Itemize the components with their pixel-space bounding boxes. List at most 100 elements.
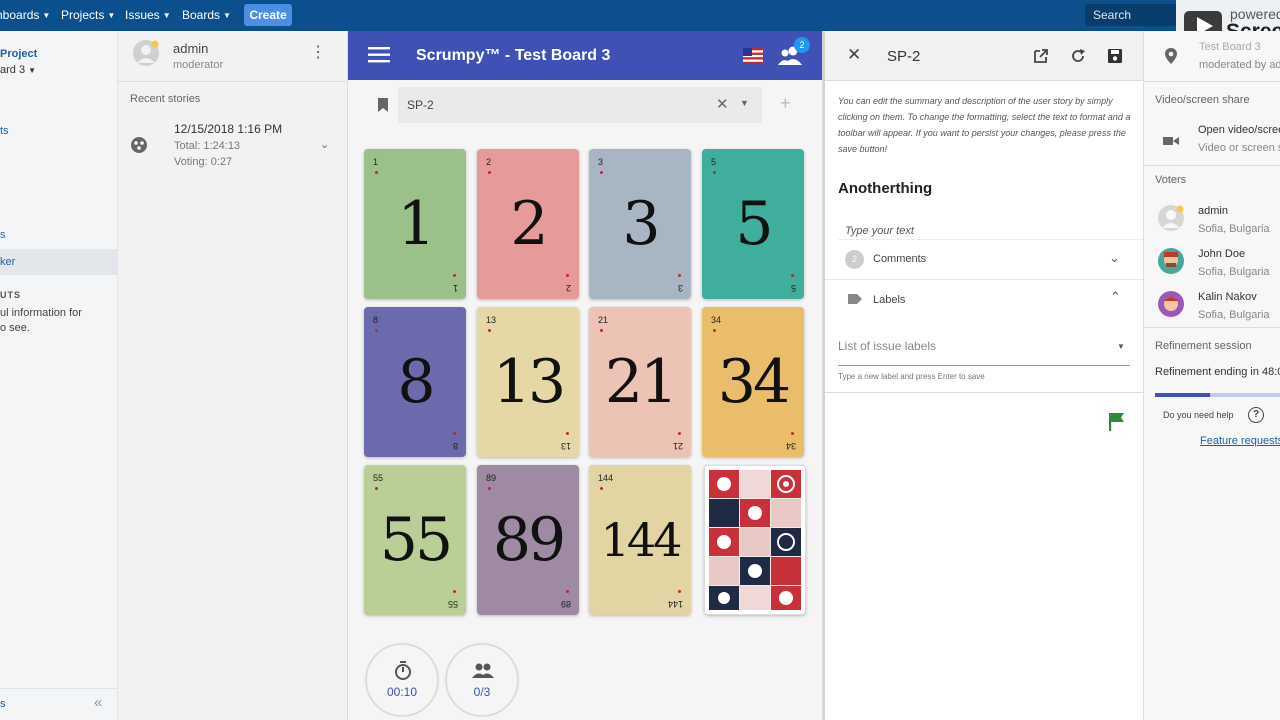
- add-story-icon[interactable]: +: [780, 93, 791, 114]
- comments-chevron-down-icon[interactable]: ⌄: [1109, 250, 1120, 266]
- estimate-card[interactable]: 1 1 1: [364, 149, 466, 299]
- right-divider-2: [1144, 165, 1280, 166]
- sidebar-board-selector[interactable]: ard 3 ▼: [0, 64, 36, 76]
- card-value: 144: [600, 513, 683, 567]
- voter-avatar-icon: [1158, 291, 1184, 317]
- divider-comments: [825, 279, 1143, 280]
- detail-header: ✕ SP-2: [825, 31, 1143, 81]
- estimate-card[interactable]: 13 13 13: [477, 307, 579, 457]
- collapse-sidebar-icon[interactable]: «: [94, 694, 102, 711]
- scrumpy-board: Scrumpy™ - Test Board 3 2 SP-2 ✕ ▼ + 111…: [348, 31, 822, 720]
- voter-location: Sofia, Bulgaria: [1198, 309, 1270, 321]
- card-corner-value: 21: [598, 315, 609, 325]
- refresh-icon[interactable]: [1070, 48, 1086, 64]
- estimate-card[interactable]: 3 3 3: [589, 149, 691, 299]
- card-dot: [453, 590, 456, 593]
- card-dot: [488, 487, 491, 490]
- story-select[interactable]: SP-2 ✕ ▼: [398, 87, 762, 123]
- detail-hint: You can edit the summary and description…: [838, 96, 1131, 154]
- sidebar-link-1[interactable]: ts: [0, 125, 9, 137]
- recent-story-item[interactable]: 12/15/2018 1:16 PM Total: 1:24:13 Voting…: [118, 116, 347, 174]
- labels-dropdown-icon[interactable]: ▼: [1117, 342, 1125, 351]
- card-corner-value-inverted: 13: [560, 441, 571, 451]
- open-video-button[interactable]: Open video/scree Video or screen s: [1144, 118, 1280, 162]
- jira-sidebar: Project ard 3 ▼ ts s ker UTS ul informat…: [0, 31, 118, 720]
- comments-section[interactable]: 2 Comments ⌄: [825, 240, 1143, 280]
- timer-button[interactable]: 00:10: [365, 643, 439, 717]
- voter-avatar-icon: [1158, 205, 1184, 231]
- estimate-card[interactable]: 144 144 144: [589, 465, 691, 615]
- voter-location: Sofia, Bulgaria: [1198, 266, 1270, 278]
- user-name: admin: [173, 41, 209, 56]
- card-dot: [600, 487, 603, 490]
- create-button[interactable]: Create: [244, 4, 292, 26]
- sidebar-link-2[interactable]: s: [0, 229, 6, 241]
- estimate-card[interactable]: 55 55 55: [364, 465, 466, 615]
- votes-button[interactable]: 0/3: [445, 643, 519, 717]
- card-dot: [678, 274, 681, 277]
- card-corner-value-inverted: 21: [672, 441, 683, 451]
- video-action: Open video/scree: [1198, 124, 1280, 136]
- feature-requests-link[interactable]: Feature requests: [1200, 435, 1280, 447]
- refinement-text: Refinement ending in 48:0: [1155, 366, 1280, 378]
- expand-chevron-icon[interactable]: ⌄: [320, 138, 329, 151]
- card-dot: [566, 274, 569, 277]
- comments-label: Comments: [873, 253, 927, 265]
- moderated-by: moderated by adr: [1199, 59, 1280, 71]
- card-corner-value-inverted: 89: [560, 599, 571, 609]
- panel-divider: [118, 81, 347, 82]
- card-dot: [791, 274, 794, 277]
- sidebar-project-name[interactable]: Project: [0, 48, 37, 60]
- open-external-icon[interactable]: [1033, 48, 1049, 64]
- card-value: 2: [510, 189, 548, 259]
- nav-dashboards[interactable]: hboards ▼: [0, 8, 50, 22]
- dropdown-arrow-icon[interactable]: ▼: [740, 98, 749, 108]
- labels-input[interactable]: List of issue labels: [838, 339, 936, 353]
- story-total: Total: 1:24:13: [174, 140, 241, 152]
- votes-value: 0/3: [473, 685, 491, 699]
- comments-count-badge: 2: [845, 250, 864, 269]
- nav-issues[interactable]: Issues ▼: [125, 8, 171, 22]
- card-dot: [566, 590, 569, 593]
- story-status-icon: [131, 137, 147, 153]
- estimate-card[interactable]: 8 8 8: [364, 307, 466, 457]
- search-input[interactable]: Search: [1085, 4, 1185, 26]
- description-editor[interactable]: Type your text: [845, 225, 914, 237]
- nav-boards[interactable]: Boards ▼: [182, 8, 231, 22]
- help-text: Do you need help: [1163, 410, 1234, 420]
- save-icon[interactable]: [1107, 48, 1123, 64]
- voter-item: Kalin Nakov Sofia, Bulgaria: [1144, 282, 1280, 326]
- card-back[interactable]: [704, 465, 806, 615]
- sidebar-bottom-link[interactable]: s: [0, 698, 6, 710]
- estimate-card[interactable]: 2 2 2: [477, 149, 579, 299]
- card-dot: [600, 329, 603, 332]
- sidebar-item-active-label: ker: [0, 256, 16, 268]
- estimate-card[interactable]: 34 34 34: [702, 307, 804, 457]
- user-avatar-icon: [133, 40, 159, 66]
- sidebar-item-active[interactable]: ker: [0, 249, 117, 275]
- stopwatch-icon: [395, 661, 411, 680]
- story-summary[interactable]: Anotherthing: [838, 180, 932, 197]
- card-dot: [453, 274, 456, 277]
- card-corner-value: 2: [486, 157, 492, 167]
- labels-chevron-up-icon[interactable]: ⌃: [1110, 289, 1121, 305]
- estimate-card[interactable]: 89 89 89: [477, 465, 579, 615]
- recent-stories-title: Recent stories: [130, 93, 201, 105]
- help-icon[interactable]: ?: [1248, 407, 1264, 423]
- right-divider-3: [1144, 327, 1280, 328]
- more-options-icon[interactable]: ⋮: [310, 45, 326, 61]
- nav-projects[interactable]: Projects ▼: [61, 8, 115, 22]
- story-voting: Voting: 0:27: [174, 156, 233, 168]
- card-dot: [488, 329, 491, 332]
- estimate-card[interactable]: 21 21 21: [589, 307, 691, 457]
- estimate-card[interactable]: 5 5 5: [702, 149, 804, 299]
- menu-icon[interactable]: [368, 46, 390, 64]
- clear-icon[interactable]: ✕: [716, 95, 729, 113]
- card-corner-value-inverted: 8: [452, 441, 458, 451]
- flag-icon[interactable]: [1107, 412, 1127, 432]
- card-corner-value-inverted: 34: [785, 441, 796, 451]
- us-flag-icon[interactable]: [743, 48, 763, 64]
- card-value: 8: [397, 347, 435, 417]
- voters-title: Voters: [1155, 174, 1187, 186]
- close-icon[interactable]: ✕: [847, 45, 861, 65]
